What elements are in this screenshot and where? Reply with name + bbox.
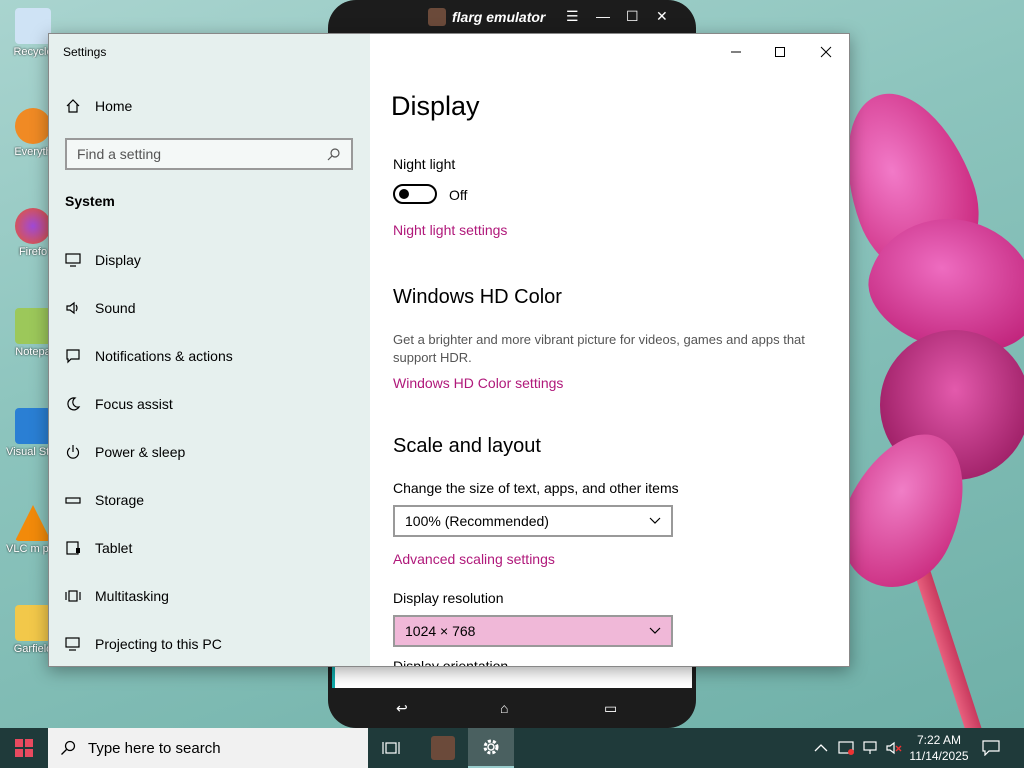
resolution-dropdown[interactable]: 1024 × 768 (393, 615, 673, 647)
android-home-icon[interactable]: ⌂ (500, 700, 508, 716)
folder-icon (15, 605, 51, 641)
multitasking-icon (65, 590, 81, 602)
maximize-icon (775, 47, 785, 57)
tray-chevron-up-icon[interactable] (814, 728, 828, 768)
sidebar-item-focus-assist[interactable]: Focus assist (65, 392, 173, 416)
emulator-maximize-icon[interactable]: ☐ (626, 8, 639, 25)
chevron-down-icon (649, 517, 661, 524)
home-icon (66, 99, 80, 113)
everything-search-icon (15, 108, 51, 144)
advanced-scaling-link[interactable]: Advanced scaling settings (393, 551, 555, 567)
settings-window: Settings Home Find a setting System Disp… (48, 33, 850, 667)
scale-label: Change the size of text, apps, and other… (393, 480, 679, 496)
vscode-icon (15, 408, 51, 444)
scale-layout-heading: Scale and layout (393, 435, 541, 457)
close-button[interactable] (812, 42, 840, 62)
tablet-icon (66, 541, 80, 555)
hd-color-settings-link[interactable]: Windows HD Color settings (393, 375, 563, 391)
section-label-system: System (65, 193, 115, 209)
maximize-button[interactable] (766, 42, 794, 62)
hd-color-heading: Windows HD Color (393, 286, 562, 308)
minimize-button[interactable] (722, 42, 750, 62)
night-light-label: Night light (393, 156, 456, 172)
emulator-minimize-icon[interactable]: — (596, 8, 610, 24)
android-recents-icon[interactable]: ▭ (604, 700, 617, 717)
page-title: Display (391, 91, 480, 121)
sidebar-item-notifications[interactable]: Notifications & actions (65, 344, 233, 368)
sidebar-item-multitasking[interactable]: Multitasking (65, 584, 169, 608)
emulator-title-bar: flarg emulator (428, 8, 545, 26)
night-light-state: Off (449, 187, 468, 203)
recycle-bin-icon (15, 8, 51, 44)
sidebar-item-power-sleep[interactable]: Power & sleep (65, 440, 185, 464)
task-view-button[interactable] (368, 728, 414, 768)
search-icon (327, 148, 340, 161)
settings-main-panel: Display Night light Off Night light sett… (370, 34, 849, 666)
find-setting-input[interactable]: Find a setting (65, 138, 353, 170)
emulator-logo-icon (428, 8, 446, 26)
orientation-label: Display orientation (393, 658, 509, 666)
hd-color-description: Get a brighter and more vibrant picture … (393, 332, 805, 365)
task-view-icon (382, 742, 400, 754)
power-icon (66, 445, 80, 459)
resolution-label: Display resolution (393, 590, 504, 606)
taskbar-clock[interactable]: 7:22 AM 11/14/2025 (908, 732, 970, 764)
speaker-icon (66, 301, 78, 315)
minimize-icon (731, 51, 741, 53)
taskbar-emulator-button[interactable] (420, 728, 466, 768)
tray-security-icon[interactable] (838, 728, 856, 768)
vlc-cone-icon (15, 505, 51, 541)
monitor-icon (65, 253, 81, 267)
taskbar-settings-button[interactable] (468, 728, 514, 768)
sidebar-item-projecting[interactable]: Projecting to this PC (65, 632, 222, 656)
settings-sidebar: Settings Home Find a setting System Disp… (49, 34, 370, 666)
home-nav-item[interactable]: Home (65, 98, 132, 114)
toggle-knob (399, 189, 409, 199)
night-light-toggle[interactable] (393, 184, 437, 204)
notepad-icon (15, 308, 51, 344)
tray-network-icon[interactable] (862, 728, 880, 768)
taskbar: Type here to search 7:22 AM 11/14/2025 (0, 728, 1024, 768)
close-icon (820, 46, 832, 58)
sidebar-item-tablet[interactable]: Tablet (65, 536, 132, 560)
chevron-down-icon (649, 627, 661, 634)
search-icon (61, 740, 76, 755)
action-center-icon[interactable] (982, 728, 1000, 768)
sidebar-item-sound[interactable]: Sound (65, 296, 135, 320)
window-title: Settings (63, 45, 107, 59)
notification-icon (66, 349, 80, 364)
emulator-close-icon[interactable]: ✕ (656, 8, 668, 25)
night-light-settings-link[interactable]: Night light settings (393, 222, 507, 238)
android-back-icon[interactable]: ↩ (396, 700, 408, 717)
moon-icon (67, 397, 81, 411)
start-button[interactable] (0, 728, 48, 768)
taskbar-search-box[interactable]: Type here to search (48, 728, 368, 768)
sidebar-item-storage[interactable]: Storage (65, 488, 144, 512)
firefox-icon (15, 208, 51, 244)
projecting-icon (65, 637, 80, 651)
emulator-app-icon (431, 736, 455, 760)
windows-logo-icon (15, 739, 33, 757)
tray-volume-muted-icon[interactable] (886, 728, 904, 768)
emulator-menu-icon[interactable]: ☰ (566, 8, 579, 25)
scale-dropdown[interactable]: 100% (Recommended) (393, 505, 673, 537)
storage-icon (65, 497, 81, 504)
gear-icon (483, 739, 499, 755)
sidebar-item-display[interactable]: Display (65, 248, 141, 272)
